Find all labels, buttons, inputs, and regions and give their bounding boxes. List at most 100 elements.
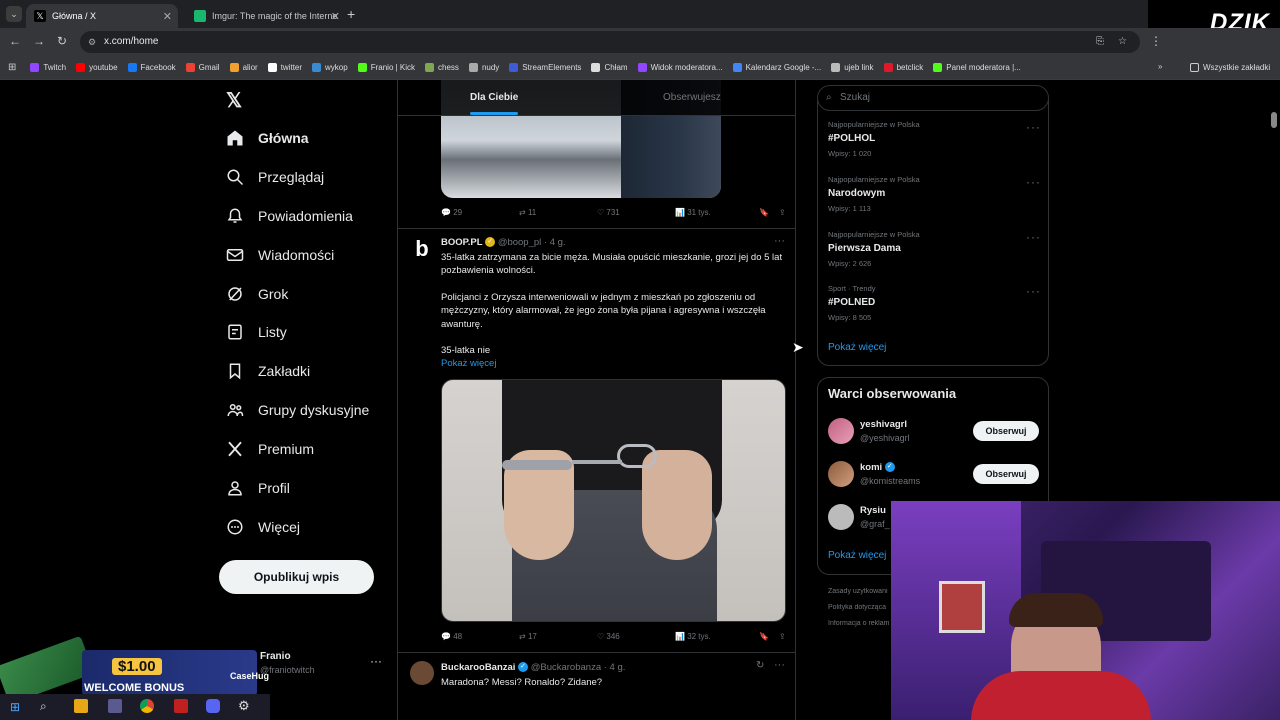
avatar[interactable] [828, 504, 854, 530]
apps-icon[interactable]: ⊞ [8, 62, 16, 73]
trend-item[interactable]: Najpopularniejsze w Polska #POLHOL Wpisy… [828, 120, 920, 158]
bookmark-item[interactable]: Panel moderatora |... [933, 63, 1021, 72]
nav-communities[interactable]: Grupy dyskusyjne [226, 398, 369, 422]
avatar[interactable] [828, 418, 854, 444]
nav-lists[interactable]: Listy [226, 320, 287, 344]
author-handle[interactable]: @Buckarobanza [531, 662, 601, 673]
tweet-time[interactable]: · 4 g. [544, 237, 566, 248]
bookmark-item[interactable]: twitter [267, 63, 302, 72]
bookmark-item[interactable]: Chłam [591, 63, 628, 72]
bookmarks-overflow-icon[interactable]: » [1158, 62, 1162, 71]
bookmark-item[interactable]: betclick [883, 63, 923, 72]
app-icon[interactable] [174, 699, 188, 713]
search-icon[interactable]: ⌕ [40, 699, 47, 714]
bookmark-icon[interactable]: 🔖 [759, 208, 779, 217]
tab-imgur[interactable]: Imgur: The magic of the Interne ✕ [186, 4, 346, 28]
reply-button[interactable]: 💬 29 [441, 208, 519, 217]
user-name[interactable]: komi [860, 462, 882, 473]
avatar[interactable]: b [410, 237, 434, 261]
share-icon[interactable]: ⇪ [779, 208, 786, 217]
app-icon[interactable] [74, 699, 88, 713]
tweet-image[interactable] [441, 379, 786, 622]
more-icon[interactable]: ··· [774, 235, 785, 247]
tab-following[interactable]: Obserwujesz [663, 92, 721, 103]
author-handle[interactable]: @boop_pl [498, 237, 541, 248]
chrome-icon[interactable] [140, 699, 154, 713]
menu-icon[interactable]: ⋮ [1150, 34, 1162, 48]
like-button[interactable]: ♡ 731 [597, 208, 675, 217]
nav-profile[interactable]: Profil [226, 476, 290, 500]
nav-explore[interactable]: Przeglądaj [226, 165, 324, 189]
close-icon[interactable]: ✕ [163, 10, 172, 23]
more-icon[interactable]: ··· [1026, 120, 1041, 134]
tab-list-button[interactable]: ⌄ [6, 6, 22, 22]
all-bookmarks[interactable]: Wszystkie zakładki [1190, 63, 1270, 72]
nav-messages[interactable]: Wiadomości [226, 243, 334, 267]
site-info-icon[interactable]: ⚙ [88, 31, 96, 53]
gear-icon[interactable]: ⚙ [238, 698, 250, 714]
nav-premium[interactable]: Premium [226, 437, 314, 461]
tab-for-you[interactable]: Dla Ciebie [470, 92, 518, 115]
author-name[interactable]: BOOP.PL [441, 237, 483, 248]
user-name[interactable]: yeshivagrl [860, 419, 907, 430]
footer-link[interactable]: Zasady użytkowani [828, 588, 890, 595]
follow-button[interactable]: Obserwuj [973, 421, 1039, 441]
close-icon[interactable]: ✕ [331, 10, 340, 23]
nav-grok[interactable]: Grok [226, 282, 288, 306]
avatar[interactable] [410, 661, 434, 685]
back-icon[interactable]: ← [9, 34, 21, 48]
bookmark-item[interactable]: Franio | Kick [357, 63, 415, 72]
bookmark-item[interactable]: Kalendarz Google -... [732, 63, 821, 72]
x-logo-icon[interactable]: 𝕏 [226, 88, 242, 113]
bookmark-item[interactable]: StreamElements [509, 63, 581, 72]
author-name[interactable]: BuckarooBanzai [441, 662, 515, 673]
post-button[interactable]: Opublikuj wpis [219, 560, 374, 594]
app-icon[interactable] [108, 699, 122, 713]
more-icon[interactable]: ··· [1026, 284, 1041, 298]
nav-bookmarks[interactable]: Zakładki [226, 359, 310, 383]
bookmark-item[interactable]: chess [425, 63, 459, 72]
bookmark-item[interactable]: wykop [312, 63, 348, 72]
follow-button[interactable]: Obserwuj [973, 464, 1039, 484]
trend-item[interactable]: Najpopularniejsze w Polska Pierwsza Dama… [828, 230, 920, 268]
bookmark-item[interactable]: Twitch [30, 63, 66, 72]
tweet[interactable]: b BOOP.PL ✓ @boop_pl · 4 g. ··· 35-latka… [398, 229, 795, 649]
bookmark-item[interactable]: Facebook [127, 63, 176, 72]
footer-link[interactable]: Polityka dotycząca [828, 604, 890, 611]
bookmark-item[interactable]: Widok moderatora... [637, 63, 723, 72]
bookmark-item[interactable]: alior [229, 63, 258, 72]
like-button[interactable]: ♡ 346 [597, 632, 675, 641]
star-icon[interactable]: ☆ [1118, 31, 1127, 53]
share-icon[interactable]: ⇪ [779, 632, 786, 641]
bookmark-item[interactable]: nudy [468, 63, 499, 72]
reply-button[interactable]: 💬 48 [441, 632, 519, 641]
show-more-link[interactable]: Pokaż więcej [441, 357, 496, 370]
bookmark-item[interactable]: youtube [76, 63, 118, 72]
retweet-button[interactable]: ⇄ 11 [519, 208, 597, 217]
address-bar[interactable]: ⚙ x.com/home ⎘ ☆ [80, 31, 1140, 53]
nav-notifications[interactable]: Powiadomienia [226, 204, 353, 228]
tweet[interactable]: BuckarooBanzai ✓ @Buckarobanza · 4 g. ↻ … [398, 653, 795, 713]
bookmark-item[interactable]: Gmail [185, 63, 220, 72]
user-name[interactable]: Rysiu [860, 505, 886, 516]
forward-icon[interactable]: → [33, 34, 45, 48]
trend-item[interactable]: Sport · Trendy #POLNED Wpisy: 8 505 [828, 284, 876, 322]
views-button[interactable]: 📊 32 tys. [675, 632, 759, 641]
more-icon[interactable]: ··· [774, 659, 785, 671]
more-icon[interactable]: ··· [370, 654, 382, 668]
nav-home[interactable]: Główna [226, 126, 309, 150]
tab-x-home[interactable]: 𝕏 Główna / X ✕ [26, 4, 178, 28]
windows-start-icon[interactable]: ⊞ [10, 700, 20, 714]
grok-icon[interactable]: ↻ [756, 660, 764, 671]
show-more-follow-link[interactable]: Pokaż więcej [828, 550, 886, 561]
show-more-trends-link[interactable]: Pokaż więcej [828, 342, 886, 353]
new-tab-icon[interactable]: + [347, 6, 355, 22]
reload-icon[interactable]: ↻ [57, 34, 67, 48]
bookmark-icon[interactable]: 🔖 [759, 632, 779, 641]
avatar[interactable] [828, 461, 854, 487]
views-button[interactable]: 📊 31 tys. [675, 208, 759, 217]
bookmark-item[interactable]: ujeb link [831, 63, 874, 72]
footer-link[interactable]: Informacja o reklam [828, 620, 890, 627]
more-icon[interactable]: ··· [1026, 230, 1041, 244]
discord-icon[interactable] [206, 699, 220, 713]
